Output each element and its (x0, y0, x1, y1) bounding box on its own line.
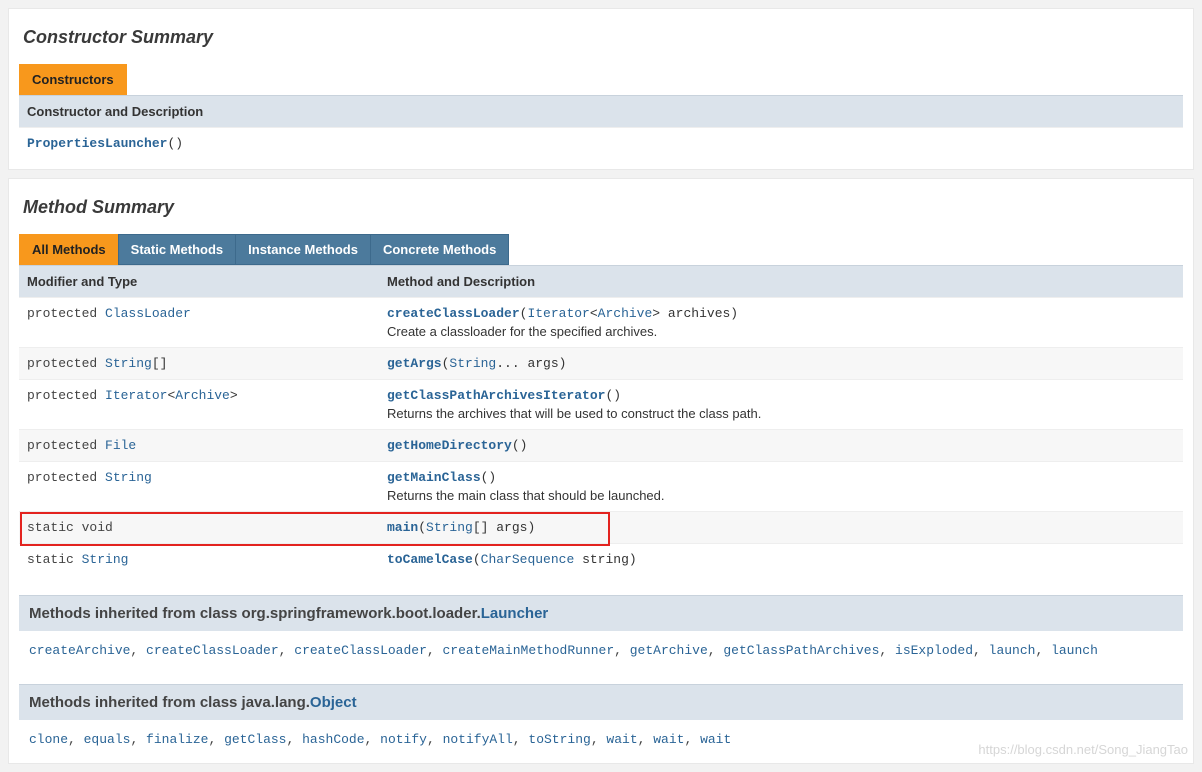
tab-all-methods[interactable]: All Methods (19, 234, 119, 265)
constructor-summary-title: Constructor Summary (23, 27, 1183, 48)
type-link[interactable]: Iterator (105, 388, 167, 403)
tab-constructors[interactable]: Constructors (19, 64, 127, 95)
modifier-cell: protected Iterator<Archive> (19, 380, 379, 430)
class-link[interactable]: Launcher (481, 605, 549, 622)
type-link[interactable]: String (105, 470, 152, 485)
inherited-method-link[interactable]: wait (700, 732, 731, 747)
type-link[interactable]: Iterator (527, 306, 589, 321)
inherited-method-link[interactable]: equals (84, 732, 131, 747)
method-cell: createClassLoader(Iterator<Archive> arch… (379, 298, 1183, 348)
method-row: protected String[]getArgs(String... args… (19, 348, 1183, 380)
type-link[interactable]: String (426, 520, 473, 535)
inherited-method-link[interactable]: getClassPathArchives (723, 643, 879, 658)
type-link[interactable]: String (449, 356, 496, 371)
tab-static-methods[interactable]: Static Methods (118, 234, 236, 265)
inherited-header: Methods inherited from class org.springf… (19, 595, 1183, 631)
modifier-cell: static void (19, 512, 379, 544)
method-row: protected Iterator<Archive>getClassPathA… (19, 380, 1183, 430)
method-cell: getMainClass()Returns the main class tha… (379, 462, 1183, 512)
type-link[interactable]: File (105, 438, 136, 453)
inherited-method-link[interactable]: isExploded (895, 643, 973, 658)
inherited-method-link[interactable]: toString (528, 732, 590, 747)
method-tabs: All MethodsStatic MethodsInstance Method… (19, 234, 1183, 265)
method-description: Returns the archives that will be used t… (387, 406, 1175, 421)
inherited-list: clone, equals, finalize, getClass, hashC… (19, 720, 1183, 753)
inherited-method-link[interactable]: hashCode (302, 732, 364, 747)
method-summary-section: Method Summary All MethodsStatic Methods… (8, 178, 1194, 764)
method-header-description: Method and Description (379, 266, 1183, 298)
constructor-table: Constructor and Description PropertiesLa… (19, 95, 1183, 159)
method-link[interactable]: createClassLoader (387, 306, 520, 321)
method-table: Modifier and Type Method and Description… (19, 265, 1183, 575)
method-link[interactable]: getHomeDirectory (387, 438, 512, 453)
tab-instance-methods[interactable]: Instance Methods (235, 234, 371, 265)
method-row: protected ClassLoadercreateClassLoader(I… (19, 298, 1183, 348)
modifier-cell: protected File (19, 430, 379, 462)
constructor-tabs: Constructors (19, 64, 1183, 95)
method-header-modifier: Modifier and Type (19, 266, 379, 298)
constructor-link[interactable]: PropertiesLauncher (27, 136, 167, 151)
type-link[interactable]: ClassLoader (105, 306, 191, 321)
method-description: Create a classloader for the specified a… (387, 324, 1175, 339)
method-cell: getArgs(String... args) (379, 348, 1183, 380)
method-link[interactable]: getMainClass (387, 470, 481, 485)
type-link[interactable]: String (105, 356, 152, 371)
modifier-cell: static String (19, 544, 379, 576)
inherited-method-link[interactable]: launch (989, 643, 1036, 658)
tab-concrete-methods[interactable]: Concrete Methods (370, 234, 509, 265)
modifier-cell: protected ClassLoader (19, 298, 379, 348)
constructor-parens: () (167, 136, 183, 151)
modifier-cell: protected String[] (19, 348, 379, 380)
method-description: Returns the main class that should be la… (387, 488, 1175, 503)
inherited-method-link[interactable]: createClassLoader (146, 643, 279, 658)
inherited-method-link[interactable]: createMainMethodRunner (443, 643, 615, 658)
method-link[interactable]: main (387, 520, 418, 535)
inherited-method-link[interactable]: notify (380, 732, 427, 747)
inherited-method-link[interactable]: wait (606, 732, 637, 747)
method-row: protected FilegetHomeDirectory() (19, 430, 1183, 462)
modifier-cell: protected String (19, 462, 379, 512)
inherited-header: Methods inherited from class java.lang.O… (19, 684, 1183, 720)
inherited-method-link[interactable]: createArchive (29, 643, 130, 658)
method-cell: getClassPathArchivesIterator()Returns th… (379, 380, 1183, 430)
type-link[interactable]: CharSequence (481, 552, 575, 567)
inherited-method-link[interactable]: finalize (146, 732, 208, 747)
method-row: static StringtoCamelCase(CharSequence st… (19, 544, 1183, 576)
method-row: protected StringgetMainClass()Returns th… (19, 462, 1183, 512)
method-link[interactable]: getArgs (387, 356, 442, 371)
inherited-method-link[interactable]: notifyAll (443, 732, 513, 747)
inherited-list: createArchive, createClassLoader, create… (19, 631, 1183, 664)
method-link[interactable]: getClassPathArchivesIterator (387, 388, 605, 403)
type-link[interactable]: Archive (598, 306, 653, 321)
method-cell: main(String[] args) (379, 512, 1183, 544)
inherited-method-link[interactable]: getArchive (630, 643, 708, 658)
type-link[interactable]: Archive (175, 388, 230, 403)
inherited-method-link[interactable]: createClassLoader (294, 643, 427, 658)
inherited-method-link[interactable]: wait (653, 732, 684, 747)
method-cell: getHomeDirectory() (379, 430, 1183, 462)
method-cell: toCamelCase(CharSequence string) (379, 544, 1183, 576)
type-link[interactable]: String (82, 552, 129, 567)
constructor-summary-section: Constructor Summary Constructors Constru… (8, 8, 1194, 170)
constructor-row: PropertiesLauncher() (19, 128, 1183, 160)
method-link[interactable]: toCamelCase (387, 552, 473, 567)
method-row: static voidmain(String[] args) (19, 512, 1183, 544)
inherited-method-link[interactable]: launch (1051, 643, 1098, 658)
method-summary-title: Method Summary (23, 197, 1183, 218)
class-link[interactable]: Object (310, 694, 357, 711)
inherited-method-link[interactable]: clone (29, 732, 68, 747)
inherited-method-link[interactable]: getClass (224, 732, 286, 747)
constructor-header: Constructor and Description (19, 96, 1183, 128)
